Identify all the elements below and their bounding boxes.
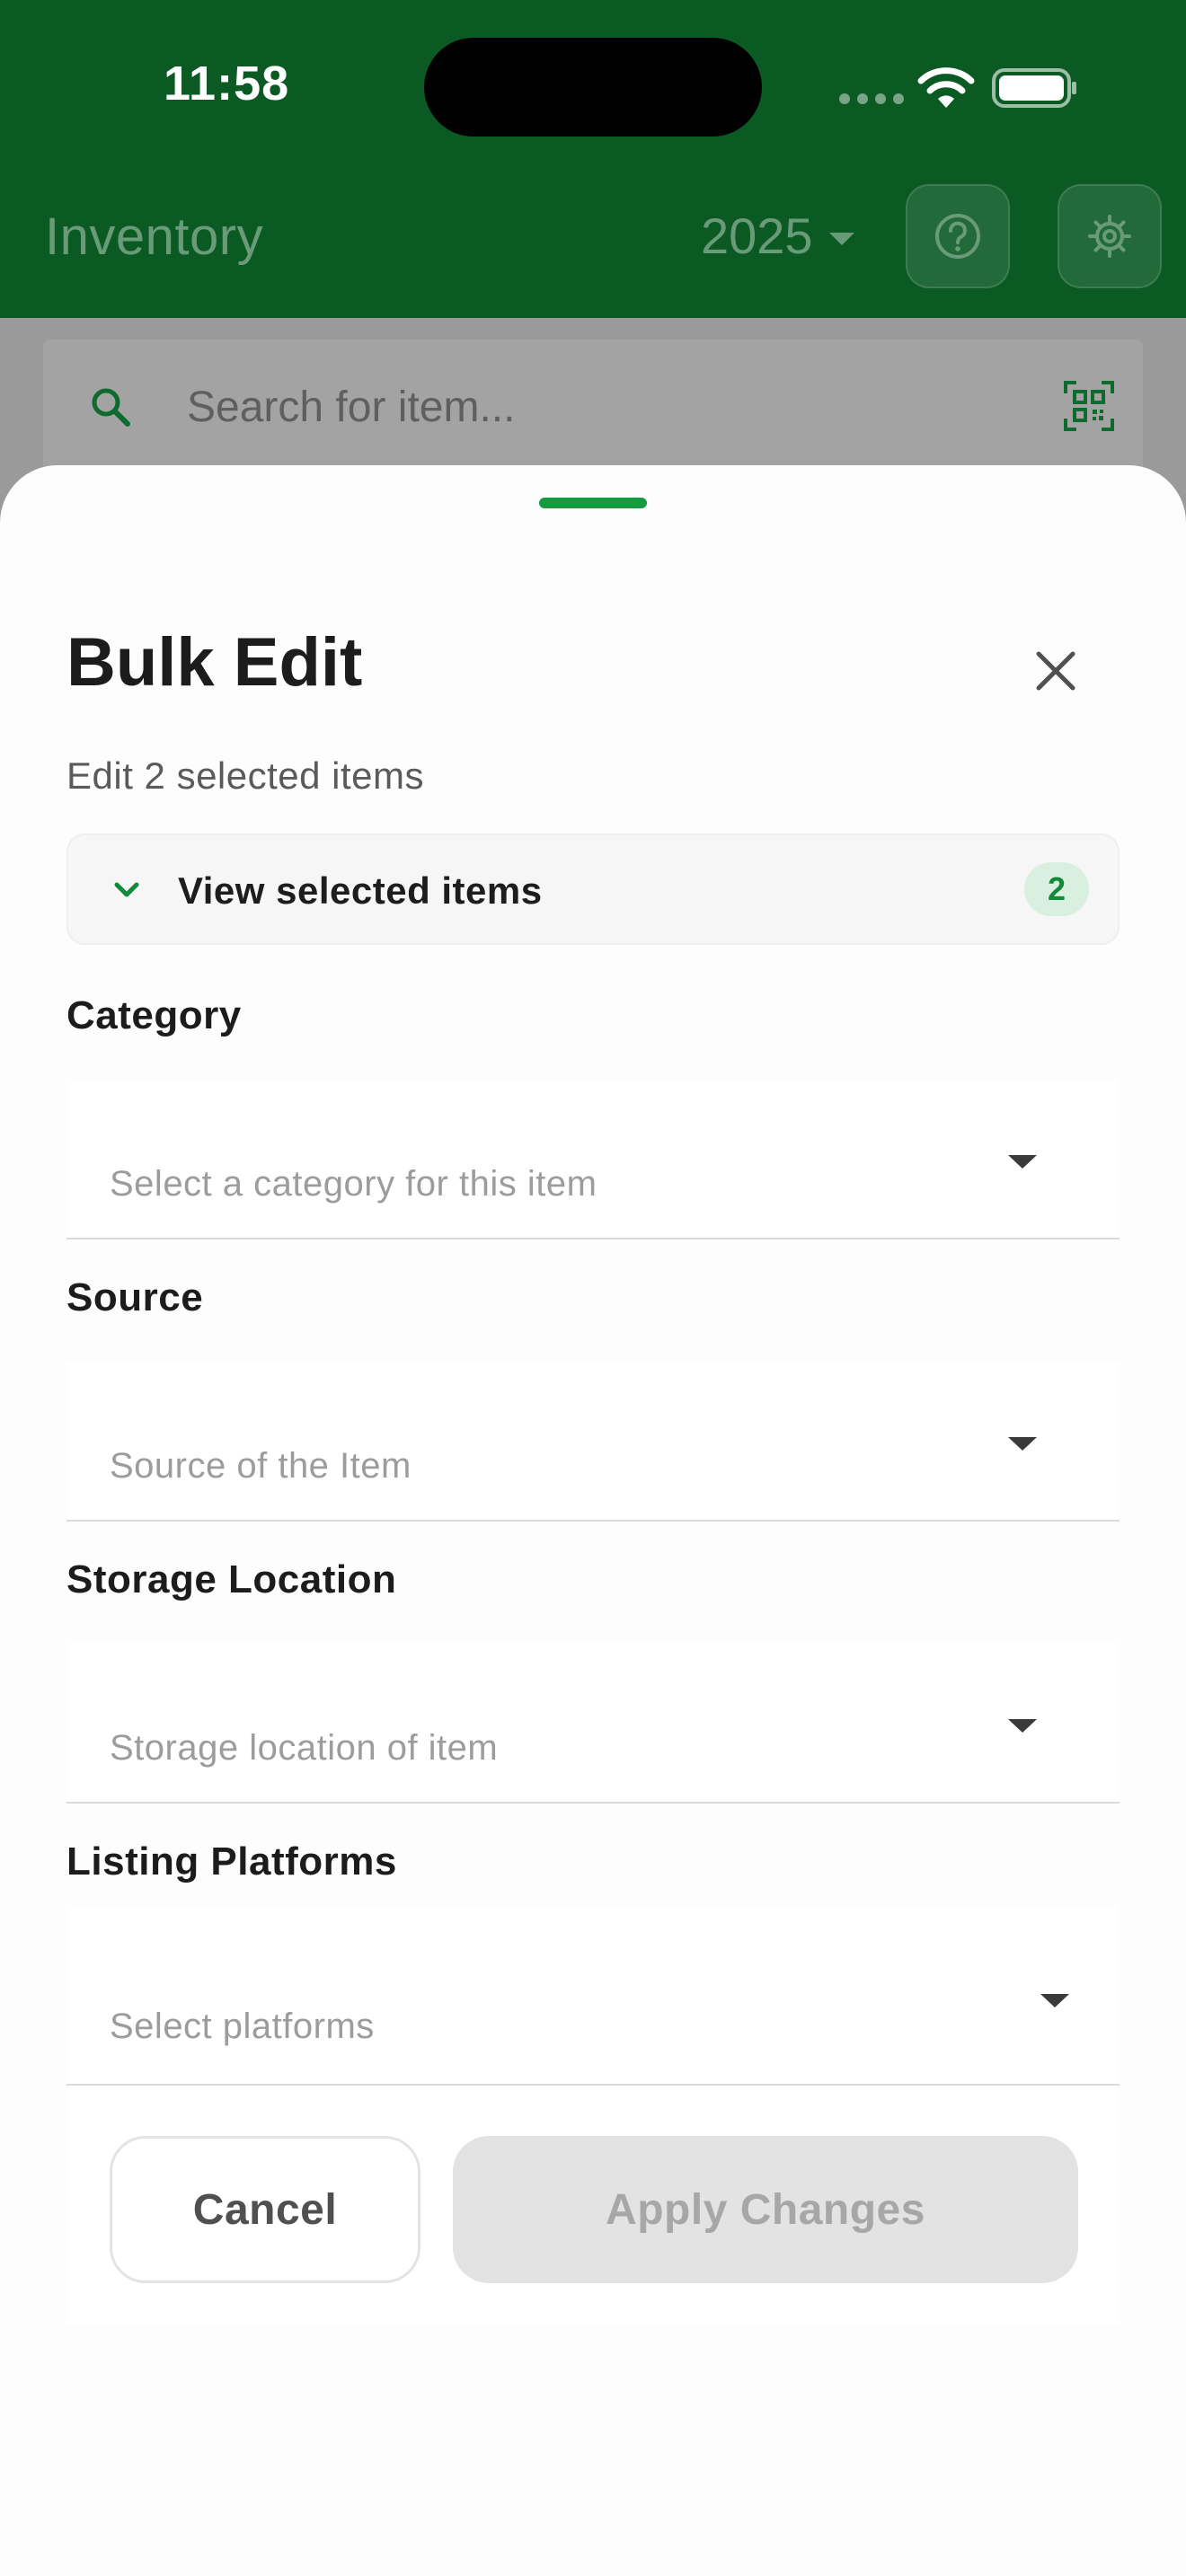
listing-platforms-label: Listing Platforms <box>66 1839 397 1883</box>
gear-icon <box>1088 215 1131 258</box>
cellular-signal-icon <box>839 93 904 104</box>
help-button[interactable] <box>906 184 1010 288</box>
storage-location-placeholder: Storage location of item <box>110 1728 499 1768</box>
view-selected-items-label: View selected items <box>178 869 543 912</box>
search-icon <box>92 388 130 427</box>
year-value: 2025 <box>701 207 813 264</box>
selected-count-badge: 2 <box>1024 862 1089 916</box>
source-placeholder: Source of the Item <box>110 1446 412 1486</box>
year-selector[interactable]: 2025 <box>701 207 854 265</box>
search-input[interactable] <box>185 379 997 435</box>
cancel-button[interactable]: Cancel <box>110 2136 420 2283</box>
source-label: Source <box>66 1275 204 1319</box>
caret-down-icon <box>1008 1437 1037 1451</box>
status-time: 11:58 <box>164 57 290 110</box>
bulk-edit-sheet: Bulk Edit Edit 2 selected items View sel… <box>0 465 1186 2576</box>
dynamic-island <box>424 38 762 137</box>
app-header: 11:58 Inventory 2025 <box>0 0 1186 318</box>
sheet-title: Bulk Edit <box>66 624 363 701</box>
category-placeholder: Select a category for this item <box>110 1164 597 1204</box>
wifi-icon <box>917 67 975 108</box>
battery-icon <box>992 68 1076 108</box>
listing-platforms-dropdown[interactable]: Select platforms <box>66 1906 1120 2086</box>
storage-location-dropdown[interactable]: Storage location of item <box>66 1644 1120 1804</box>
view-selected-items-toggle[interactable]: View selected items 2 <box>66 834 1120 945</box>
close-icon <box>1036 651 1075 691</box>
close-button[interactable] <box>1015 631 1096 711</box>
page-title: Inventory <box>45 207 264 266</box>
caret-down-icon <box>1008 1719 1037 1733</box>
sheet-actions: Cancel Apply Changes <box>66 2087 1120 2325</box>
settings-button[interactable] <box>1058 184 1162 288</box>
drag-handle[interactable] <box>539 498 647 508</box>
caret-down-icon <box>1008 1155 1037 1169</box>
listing-platforms-placeholder: Select platforms <box>110 2007 375 2046</box>
help-circle-icon <box>935 214 980 259</box>
qr-scan-icon[interactable] <box>1064 381 1114 431</box>
storage-location-label: Storage Location <box>66 1557 397 1601</box>
search-bar[interactable] <box>43 340 1143 474</box>
caret-down-icon <box>828 232 854 245</box>
category-dropdown[interactable]: Select a category for this item <box>66 1080 1120 1239</box>
chevron-down-icon <box>114 882 139 897</box>
apply-changes-button[interactable]: Apply Changes <box>453 2136 1078 2283</box>
status-bar: 11:58 <box>0 0 1186 171</box>
caret-down-icon <box>1040 1994 1069 2007</box>
category-label: Category <box>66 993 242 1037</box>
sheet-subtitle: Edit 2 selected items <box>66 754 425 797</box>
source-dropdown[interactable]: Source of the Item <box>66 1362 1120 1522</box>
